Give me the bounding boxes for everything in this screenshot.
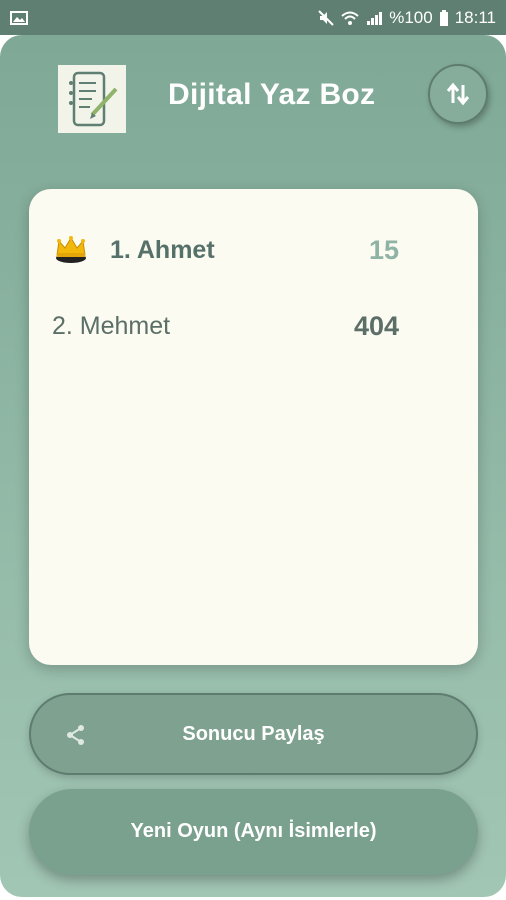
sort-button[interactable]	[428, 64, 488, 124]
player-row-2: 2. Mehmet 404	[0, 301, 449, 351]
crown-icon	[54, 235, 88, 265]
app-screen: Dijital Yaz Boz 1. Ahmet 15 2. Mehmet 40…	[0, 35, 506, 900]
app-title: Dijital Yaz Boz	[168, 78, 376, 111]
player-name: 2. Mehmet	[52, 311, 171, 340]
player-name: 1. Ahmet	[110, 235, 215, 264]
new-game-button[interactable]: Yeni Oyun (Aynı İsimlerle)	[29, 789, 478, 875]
clock: 18:11	[454, 7, 496, 27]
status-left	[10, 10, 28, 26]
battery-level: %100	[389, 7, 433, 27]
share-result-label: Sonucu Paylaş	[182, 723, 325, 745]
new-game-label: Yeni Oyun (Aynı İsimlerle)	[130, 820, 377, 842]
swap-vertical-icon	[446, 82, 470, 106]
battery-icon	[439, 9, 449, 26]
status-bar: %100 18:11	[0, 0, 506, 35]
signal-icon	[365, 10, 383, 26]
wifi-icon	[341, 10, 359, 26]
notepad-pencil-icon	[58, 65, 126, 133]
image-icon	[10, 10, 28, 26]
main-panel: Dijital Yaz Boz 1. Ahmet 15 2. Mehmet 40…	[0, 35, 506, 897]
player-score: 15	[368, 234, 399, 265]
player-row-1: 1. Ahmet 15	[0, 225, 449, 275]
mute-icon	[317, 9, 335, 26]
player-score: 404	[353, 310, 399, 341]
status-right: %100 18:11	[317, 8, 496, 28]
share-result-button[interactable]: Sonucu Paylaş	[29, 693, 478, 775]
